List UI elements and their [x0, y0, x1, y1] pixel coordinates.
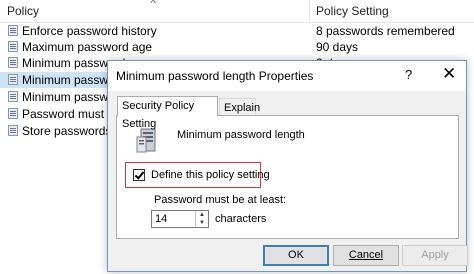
ok-button[interactable]: OK	[263, 245, 329, 266]
policy-name: Maximum password age	[22, 40, 153, 54]
chevron-down-icon[interactable]: ▼	[196, 219, 208, 227]
policy-icon	[8, 91, 18, 102]
close-icon[interactable]: ✕	[442, 64, 456, 84]
apply-button[interactable]: Apply	[402, 245, 468, 266]
policy-row-selected[interactable]: Minimum passwo	[0, 72, 115, 88]
characters-label: characters	[215, 213, 267, 225]
define-policy-checkbox[interactable]	[133, 169, 145, 181]
policy-icon	[8, 125, 18, 136]
tab-explain[interactable]: Explain	[219, 98, 260, 116]
policy-value: 90 days	[316, 40, 359, 54]
tab-security-policy-setting[interactable]: Security Policy Setting	[117, 96, 218, 130]
tab-panel: Minimum password length Define this poli…	[116, 115, 459, 239]
policy-row[interactable]: Enforce password history 8 passwords rem…	[0, 23, 474, 39]
column-header-policy-setting[interactable]: Policy Setting	[316, 4, 389, 18]
chevron-up-icon[interactable]: ▲	[196, 211, 208, 219]
sort-up-icon: ^	[150, 0, 156, 8]
list-header: Policy ^ Policy Setting	[0, 0, 474, 23]
stepper-buttons: ▲ ▼	[195, 211, 208, 227]
policy-icon	[8, 57, 18, 68]
cancel-button[interactable]: Cancel	[333, 245, 399, 266]
help-button[interactable]: ?	[405, 67, 412, 82]
policy-name: Minimum passwo	[22, 90, 115, 104]
policy-name: Enforce password history	[22, 24, 157, 38]
policy-icon	[8, 25, 18, 36]
policy-icon	[8, 41, 18, 52]
dialog-title: Minimum password length Properties	[116, 69, 314, 83]
dialog-titlebar[interactable]: Minimum password length Properties ? ✕	[108, 61, 466, 91]
define-policy-highlight: Define this policy setting	[125, 162, 270, 188]
password-length-label: Password must be at least:	[154, 194, 287, 206]
column-header-policy[interactable]: Policy	[7, 4, 39, 18]
policy-row[interactable]: Maximum password age 90 days	[0, 39, 474, 55]
policy-icon	[8, 108, 18, 119]
properties-dialog: Minimum password length Properties ? ✕ S…	[107, 60, 468, 272]
policy-name-label: Minimum password length	[177, 129, 305, 141]
password-length-stepper[interactable]: 14 ▲ ▼	[151, 210, 209, 228]
policy-name: Minimum passwo	[22, 73, 115, 87]
policy-icon	[8, 74, 18, 85]
policy-value: 8 passwords remembered	[316, 24, 455, 38]
define-policy-label[interactable]: Define this policy setting	[151, 169, 270, 181]
password-length-value[interactable]: 14	[155, 213, 167, 225]
column-divider[interactable]	[309, 0, 310, 22]
